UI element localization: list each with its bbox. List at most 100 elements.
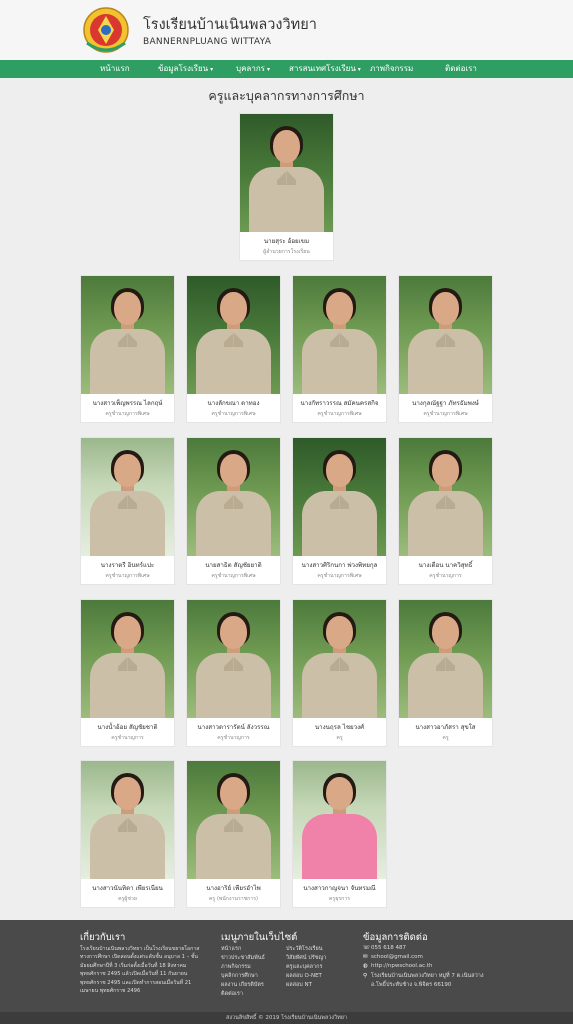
caret-down-icon: ▾ xyxy=(357,66,361,73)
photo-collar xyxy=(277,167,296,185)
staff-position: ครูชำนาญการ xyxy=(217,735,250,741)
staff-card[interactable]: นางอาริย์ เพียรอำไพ ครู (พนักงานราชการ) xyxy=(186,760,281,908)
staff-position: ครูชำนาญการพิเศษ xyxy=(105,411,150,417)
staff-position: ผู้อำนวยการโรงเรียน xyxy=(263,249,310,255)
staff-name: นางกัทราวรรณ สมัคนครสกิจ xyxy=(300,400,379,407)
photo-face xyxy=(114,292,141,325)
photo-face xyxy=(114,777,141,810)
nav-item-1[interactable]: หน้าแรก xyxy=(100,60,130,78)
staff-name: นางสาวศิริกนกา พ่วงพิทยกุล xyxy=(301,562,378,569)
footer-menu-link[interactable]: ผลสอบ O-NET xyxy=(286,972,322,980)
photo-collar xyxy=(224,491,243,509)
footer-menu-link[interactable]: ผลสอบ NT xyxy=(286,981,312,989)
footer-menu-link[interactable]: หน้าแรก xyxy=(221,945,241,953)
nav-item-2[interactable]: ข้อมูลโรงเรียน ▾ xyxy=(158,60,213,78)
staff-photo xyxy=(293,600,386,718)
footer-menu-link[interactable]: ผลงาน เกียรติบัตร xyxy=(221,981,264,989)
photo-face xyxy=(220,616,247,649)
staff-photo xyxy=(240,114,333,232)
contact-text: school@gmail.com xyxy=(371,954,423,960)
staff-position: ครู xyxy=(442,735,449,741)
nav-item-3[interactable]: บุคลากร ▾ xyxy=(236,60,270,78)
contact-row: ⚲ โรงเรียนบ้านเนินพลวงวิทยา หมู่ที่ 7 ต.เ… xyxy=(363,972,484,980)
staff-position: ครู (พนักงานราชการ) xyxy=(208,896,259,902)
footer-menu-link[interactable]: ประวัติโรงเรียน xyxy=(286,945,322,953)
photo-collar xyxy=(118,653,137,671)
staff-photo xyxy=(399,276,492,394)
staff-card[interactable]: นางสาวกาญจนา จันทรมณี ครูธุรการ xyxy=(292,760,387,908)
nav-item-5[interactable]: ภาพกิจกรรม xyxy=(370,60,413,78)
site-header: โรงเรียนบ้านเนินพลวงวิทยา BANNERNPLUANG … xyxy=(0,0,573,60)
staff-card[interactable]: นางสาวอาภัสรา สุขใส ครู xyxy=(398,599,493,747)
site-footer: เกี่ยวกับเรา โรงเรียนบ้านเนินพลวงวิทยา เ… xyxy=(0,920,573,1012)
staff-name: นางลักขณา ดาทอง xyxy=(207,400,260,407)
staff-card[interactable]: นางน้ำอ้อย สัญชัยชาติครูชำนาญการ xyxy=(80,599,175,747)
phone-icon: ☏ xyxy=(363,945,370,951)
staff-name: นางกุลณัฐฐา ภัทรธัมพงษ์ xyxy=(412,400,479,407)
staff-card[interactable]: นางลักขณา ดาทอง ครูชำนาญการพิเศษ xyxy=(186,275,281,423)
school-logo[interactable] xyxy=(83,3,129,57)
staff-position: ครูชำนาญการพิเศษ xyxy=(423,411,468,417)
location-icon: ⚲ xyxy=(363,973,368,979)
staff-position: ครูชำนาญการ xyxy=(111,735,144,741)
footer-about-title: เกี่ยวกับเรา xyxy=(80,932,126,943)
staff-card[interactable]: นายสุระ อ้อยเขมผู้อำนวยการโรงเรียน xyxy=(239,113,334,261)
staff-position: ครู xyxy=(336,735,343,741)
staff-position: ครูชำนาญการพิเศษ xyxy=(317,573,362,579)
nav-item-4[interactable]: สารสนเทศโรงเรียน ▾ xyxy=(289,60,361,78)
contact-text: โรงเรียนบ้านเนินพลวงวิทยา หมู่ที่ 7 ต.เน… xyxy=(371,973,484,979)
photo-collar xyxy=(436,653,455,671)
copyright: สงวนลิขสิทธิ์ © 2019 โรงเรียนบ้านเนินพลว… xyxy=(0,1012,573,1024)
photo-collar xyxy=(118,814,137,832)
staff-name: นางน้ำอ้อย สัญชัยชาติ xyxy=(97,724,158,731)
footer-menu-link[interactable]: บุคลิกการศึกษา xyxy=(221,972,258,980)
staff-photo xyxy=(293,276,386,394)
staff-card[interactable]: นางสาวนันทิดา เพียรเนียน ครูผู้ช่วย xyxy=(80,760,175,908)
photo-face xyxy=(326,292,353,325)
staff-card[interactable]: นางกุลณัฐฐา ภัทรธัมพงษ์ครูชำนาญการพิเศษ xyxy=(398,275,493,423)
footer-menu-title: เมนูภายในเว็บไซต์ xyxy=(221,932,298,943)
staff-name: นางสาวเพ็ญพรรณ ไลกฤษ์ xyxy=(92,400,163,407)
staff-card[interactable]: นายสาธิต สัญชัยยาติ ครูชำนาญการพิเศษ xyxy=(186,437,281,585)
nav-item-label: บุคลากร xyxy=(236,64,265,73)
staff-photo xyxy=(293,761,386,879)
staff-position: ครูชำนาญการพิเศษ xyxy=(317,411,362,417)
footer-menu-link[interactable]: ภาพกิจกรรม xyxy=(221,963,251,971)
footer-menu-link[interactable]: ข่าวประชาสัมพันธ์ xyxy=(221,954,265,962)
staff-card[interactable]: นางเดือน นาควิสุทธิ์ ครูชำนาญการ xyxy=(398,437,493,585)
staff-photo xyxy=(187,438,280,556)
photo-collar xyxy=(118,491,137,509)
photo-uniform xyxy=(302,814,377,879)
footer-about-text: โรงเรียนบ้านเนินพลวงวิทยา เป็นโรงเรียนขย… xyxy=(80,946,200,995)
photo-collar xyxy=(436,491,455,509)
photo-collar xyxy=(330,653,349,671)
footer-menu-link[interactable]: วิสัยทัศน์ ปรัชญา xyxy=(286,954,326,962)
photo-face xyxy=(326,777,353,810)
photo-face xyxy=(114,616,141,649)
contact-row[interactable]: ◍ http://npwschool.ac.th xyxy=(363,963,433,969)
staff-card[interactable]: นางสาวเพ็ญพรรณ ไลกฤษ์ครูชำนาญการพิเศษ xyxy=(80,275,175,423)
photo-face xyxy=(432,292,459,325)
staff-photo xyxy=(187,276,280,394)
staff-name: นายสุระ อ้อยเขม xyxy=(263,238,310,245)
staff-card[interactable]: นางนฤรล ไชยวงศ์ครู xyxy=(292,599,387,747)
staff-name: นางนฤรล ไชยวงศ์ xyxy=(314,724,365,731)
staff-name: นางสาวดารารัตน์ ลังวรรณ xyxy=(197,724,270,731)
staff-card[interactable]: นางสาวดารารัตน์ ลังวรรณครูชำนาญการ xyxy=(186,599,281,747)
photo-face xyxy=(220,777,247,810)
photo-face xyxy=(273,130,300,163)
nav-item-6[interactable]: ติดต่อเรา xyxy=(445,60,477,78)
footer-menu-link[interactable]: ติดต่อเรา xyxy=(221,990,243,998)
staff-card[interactable]: นางกัทราวรรณ สมัคนครสกิจครูชำนาญการพิเศษ xyxy=(292,275,387,423)
staff-photo xyxy=(81,276,174,394)
staff-photo xyxy=(399,438,492,556)
contact-text: http://npwschool.ac.th xyxy=(371,963,433,969)
contact-row[interactable]: ✉ school@gmail.com xyxy=(363,954,423,960)
staff-card[interactable]: นางสาวศิริกนกา พ่วงพิทยกุลครูชำนาญการพิเ… xyxy=(292,437,387,585)
staff-card[interactable]: นางราตรี อินทร์แปะ ครูชำนาญการพิเศษ xyxy=(80,437,175,585)
staff-photo xyxy=(81,438,174,556)
staff-name: นางสาวนันทิดา เพียรเนียน xyxy=(92,885,163,892)
staff-position: ครูชำนาญการพิเศษ xyxy=(105,573,150,579)
footer-menu-link[interactable]: ครูและบุคลากร xyxy=(286,963,322,971)
staff-photo xyxy=(81,600,174,718)
